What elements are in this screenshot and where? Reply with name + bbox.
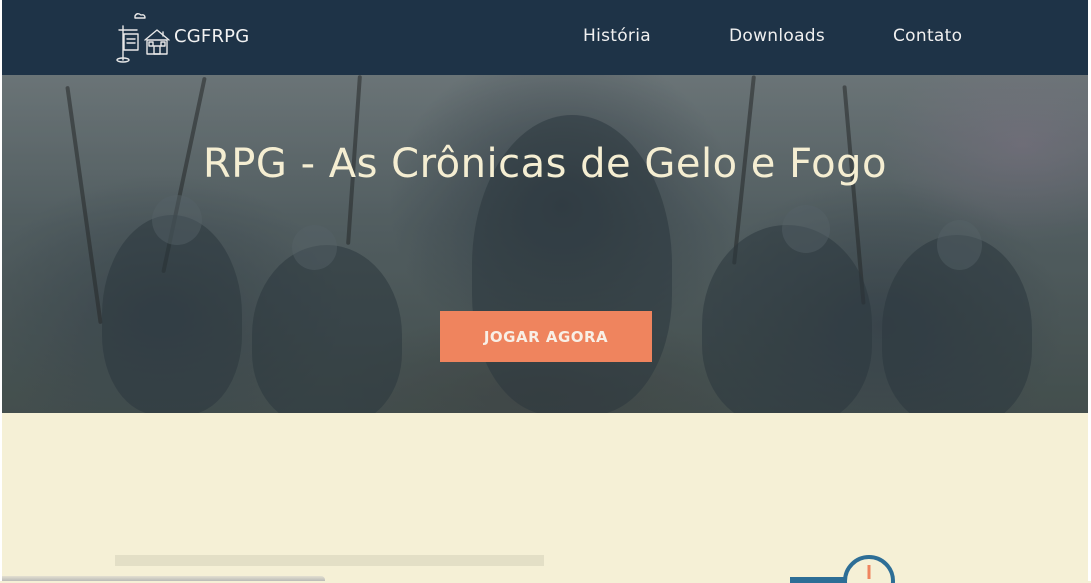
- sign-and-house-logo-icon[interactable]: [113, 10, 173, 64]
- clock-icon: [790, 555, 895, 583]
- content-placeholder-bar: [115, 555, 544, 566]
- hero-overlay: [2, 75, 1088, 413]
- play-now-button[interactable]: JOGAR AGORA: [440, 311, 652, 362]
- nav-link-downloads[interactable]: Downloads: [729, 26, 825, 46]
- site-header: CGFRPG História Downloads Contato: [0, 0, 1091, 75]
- nav-link-historia[interactable]: História: [583, 26, 651, 46]
- nav-link-contato[interactable]: Contato: [893, 26, 962, 46]
- left-frame-edge: [0, 0, 2, 581]
- hero-title: RPG - As Crônicas de Gelo e Fogo: [202, 141, 888, 187]
- hero-banner: RPG - As Crônicas de Gelo e Fogo JOGAR A…: [2, 75, 1088, 413]
- brand-name[interactable]: CGFRPG: [174, 26, 249, 47]
- bottom-panel-edge: [0, 576, 325, 581]
